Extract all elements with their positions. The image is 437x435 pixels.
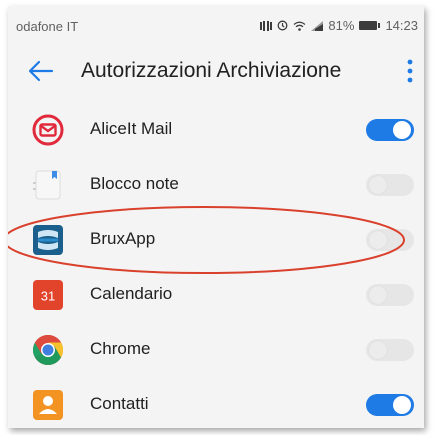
list-item: Chrome [8,322,424,377]
wifi-icon [293,21,306,31]
battery-icon [359,21,381,30]
alarm-icon [277,20,288,31]
toggle-chrome[interactable] [366,339,414,361]
toggle-aliceit-mail[interactable] [366,119,414,141]
clock: 14:23 [385,18,418,33]
aliceit-mail-icon [32,114,64,146]
page-title: Autorizzazioni Archiviazione [81,59,342,82]
app-name: Contatti [90,394,149,413]
phone-screen: odafone IT 81% 14:23 Autorizzazioni Arch… [8,6,424,428]
app-name: BruxApp [90,229,156,248]
app-permission-list: AliceIt Mail Blocco note BruxApp 31 Cale… [8,102,424,428]
signal-icon [311,20,324,31]
notepad-icon [32,169,64,201]
app-name: Chrome [90,339,151,358]
status-bar: odafone IT 81% 14:23 [8,6,424,40]
list-item: Blocco note [8,157,424,212]
list-item: AliceIt Mail [8,102,424,157]
calendar-icon: 31 [32,279,64,311]
back-arrow-icon[interactable] [26,56,56,86]
status-indicators: 81% 14:23 [260,18,418,33]
toggle-blocco-note[interactable] [366,174,414,196]
contacts-icon [32,389,64,421]
toggle-contatti[interactable] [366,394,414,416]
app-name: Blocco note [90,174,179,193]
list-item: Contatti [8,377,424,428]
nfc-icon [260,20,273,31]
battery-percent: 81% [328,18,355,33]
toggle-calendario[interactable] [366,284,414,306]
list-item: 31 Calendario [8,267,424,322]
app-bar: Autorizzazioni Archiviazione [8,40,424,102]
more-options-icon[interactable] [404,58,416,86]
list-item: BruxApp [8,212,424,267]
toggle-bruxapp[interactable] [366,229,414,251]
carrier-name: odafone IT [16,19,79,34]
app-name: AliceIt Mail [90,119,173,138]
bruxapp-icon [32,224,64,256]
calendar-icon-day: 31 [41,289,55,304]
chrome-icon [32,334,64,366]
app-name: Calendario [90,284,173,303]
